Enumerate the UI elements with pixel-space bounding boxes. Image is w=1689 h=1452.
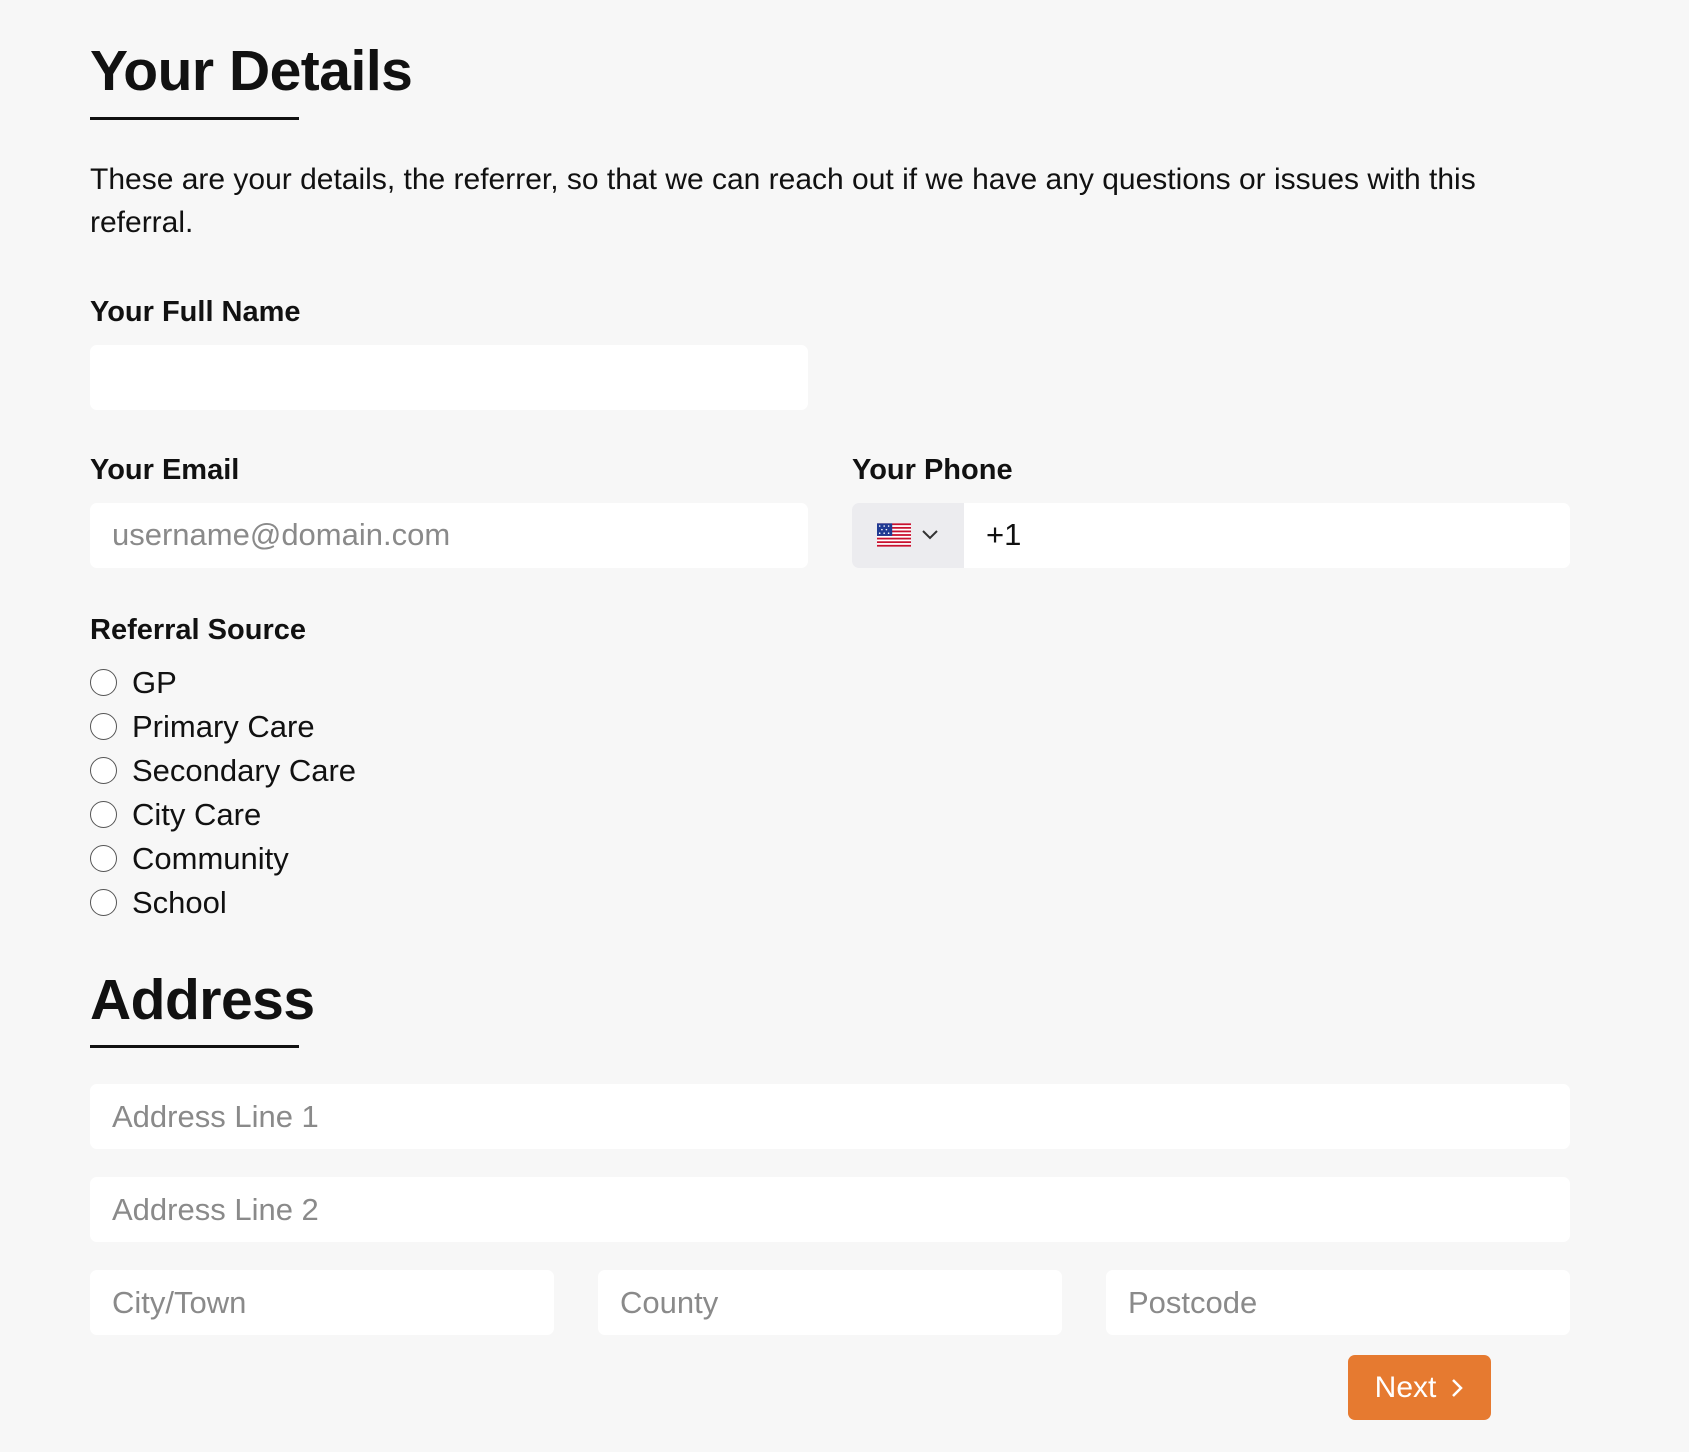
country-code-select[interactable] xyxy=(852,502,964,568)
radio-label: GP xyxy=(132,664,177,700)
email-group: Your Email xyxy=(90,454,808,568)
referral-option-secondary-care[interactable]: Secondary Care xyxy=(90,749,1599,793)
address-locality-row xyxy=(90,1270,1599,1336)
address-title: Address xyxy=(90,967,315,1032)
address-title-underline xyxy=(90,1045,299,1049)
details-title-underline xyxy=(90,116,299,120)
next-button-label: Next xyxy=(1374,1370,1437,1404)
referral-source-group: Referral Source GP Primary Care Secondar… xyxy=(90,614,1599,925)
referral-form-page: Your Details These are your details, the… xyxy=(0,0,1689,1452)
us-flag-icon xyxy=(877,523,911,547)
radio-button[interactable] xyxy=(90,669,117,697)
full-name-input[interactable] xyxy=(90,344,808,410)
phone-group: Your Phone xyxy=(852,454,1570,568)
referral-option-community[interactable]: Community xyxy=(90,837,1599,881)
referral-source-label: Referral Source xyxy=(90,613,306,646)
address-fields xyxy=(90,1084,1599,1336)
details-title: Your Details xyxy=(90,39,413,103)
postcode-input[interactable] xyxy=(1106,1270,1570,1336)
full-name-group: Your Full Name xyxy=(90,296,1599,410)
referral-source-options: GP Primary Care Secondary Care City Care… xyxy=(90,661,1599,925)
radio-label: City Care xyxy=(132,796,262,832)
referral-option-gp[interactable]: GP xyxy=(90,661,1599,705)
radio-label: Secondary Care xyxy=(132,752,357,788)
radio-label: Community xyxy=(132,840,289,876)
radio-button[interactable] xyxy=(90,889,117,917)
phone-label: Your Phone xyxy=(852,453,1013,486)
address-line2-input[interactable] xyxy=(90,1177,1570,1243)
county-input[interactable] xyxy=(598,1270,1062,1336)
chevron-down-icon xyxy=(922,530,938,540)
radio-button[interactable] xyxy=(90,801,117,829)
radio-label: Primary Care xyxy=(132,708,315,744)
phone-field xyxy=(852,502,1570,568)
referral-option-city-care[interactable]: City Care xyxy=(90,793,1599,837)
full-name-label: Your Full Name xyxy=(90,295,301,328)
radio-label: School xyxy=(132,884,227,920)
email-label: Your Email xyxy=(90,453,240,486)
chevron-right-icon xyxy=(1452,1378,1464,1397)
referral-option-primary-care[interactable]: Primary Care xyxy=(90,705,1599,749)
address-line1-input[interactable] xyxy=(90,1084,1570,1150)
next-button[interactable]: Next xyxy=(1348,1355,1491,1420)
referral-option-school[interactable]: School xyxy=(90,881,1599,925)
city-town-input[interactable] xyxy=(90,1270,554,1336)
radio-button[interactable] xyxy=(90,845,117,873)
details-intro: These are your details, the referrer, so… xyxy=(90,162,1476,239)
phone-input[interactable] xyxy=(964,502,1570,568)
contact-row: Your Email Your Phone xyxy=(90,454,1599,568)
address-header: Address xyxy=(90,967,1599,1049)
radio-button[interactable] xyxy=(90,713,117,741)
email-input[interactable] xyxy=(90,502,808,568)
radio-button[interactable] xyxy=(90,757,117,785)
